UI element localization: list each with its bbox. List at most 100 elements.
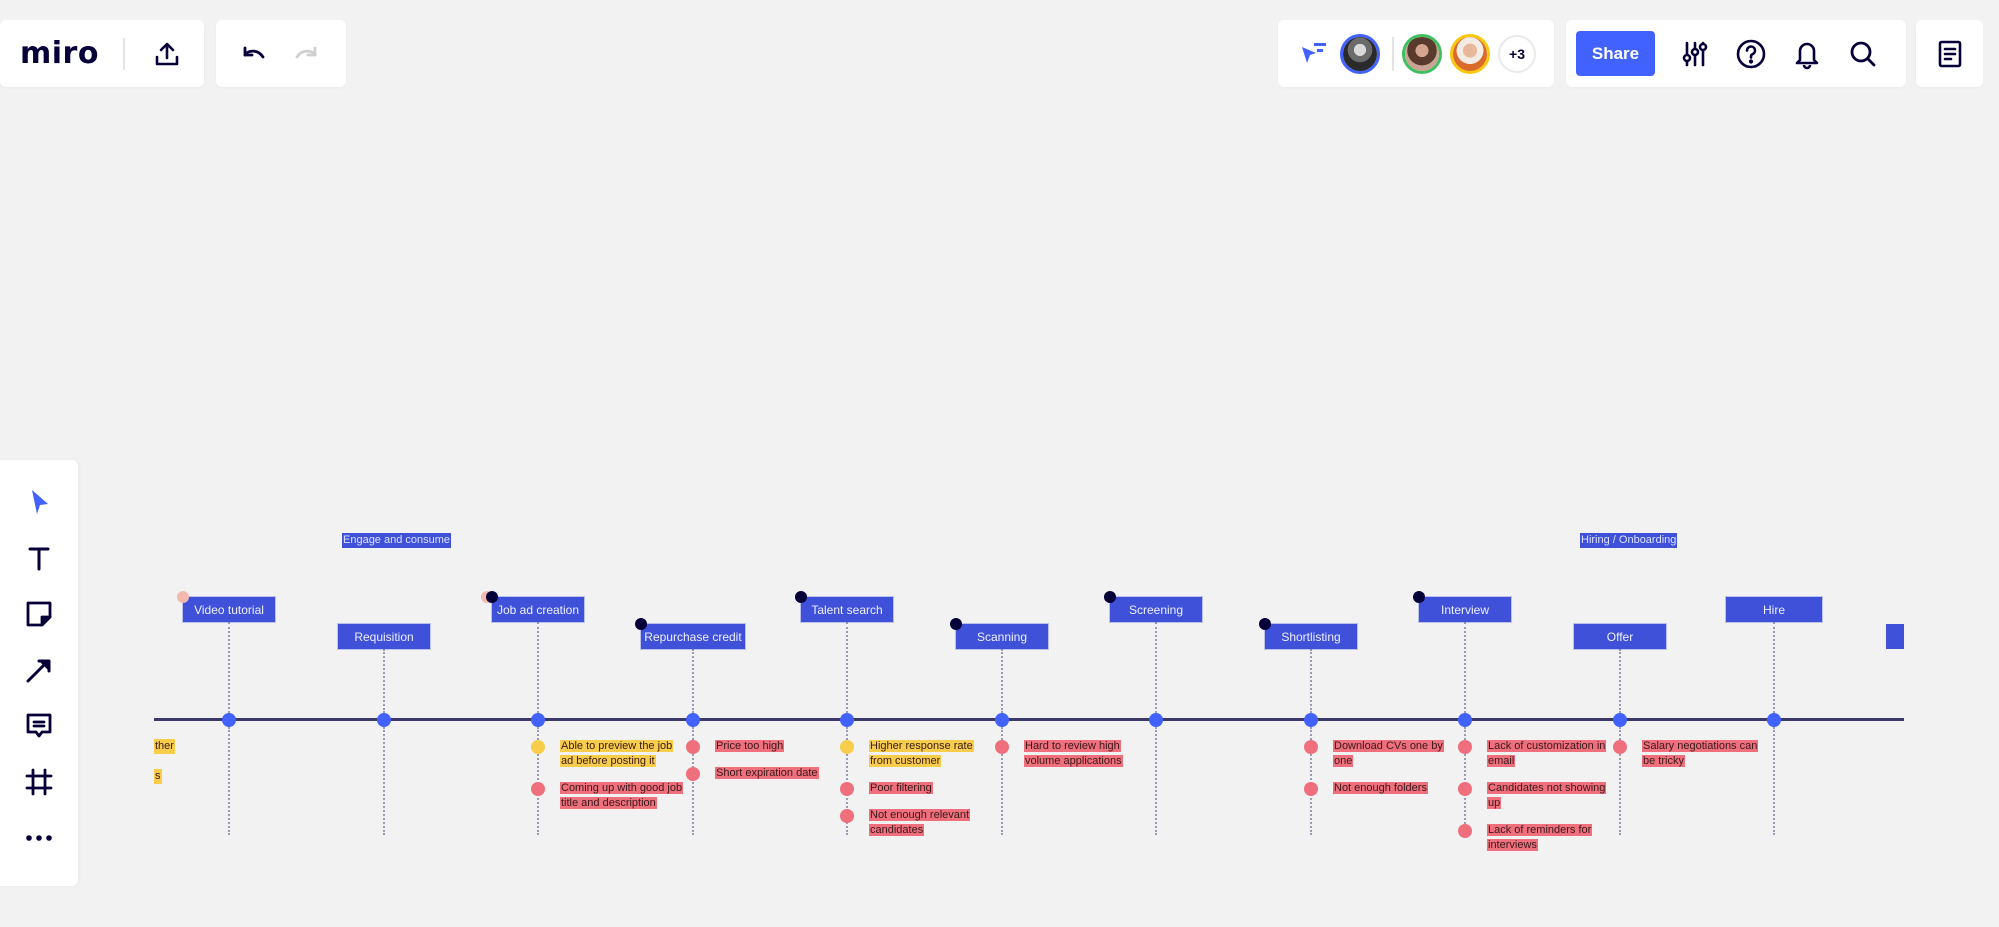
- phase-label[interactable]: Hiring / Onboarding: [1580, 533, 1678, 548]
- export-button[interactable]: [147, 34, 187, 74]
- cut-off-note[interactable]: s: [154, 769, 162, 784]
- note-dot: [1458, 824, 1472, 838]
- cursor-marker[interactable]: [795, 591, 807, 603]
- search-button[interactable]: [1843, 34, 1883, 74]
- reaction-marker[interactable]: [177, 591, 189, 603]
- note-dot: [686, 740, 700, 754]
- export-icon: [155, 42, 179, 65]
- more-collaborators-badge[interactable]: +3: [1498, 34, 1536, 73]
- positive-note[interactable]: Able to preview the job ad before postin…: [531, 739, 685, 769]
- cursor-marker[interactable]: [1259, 618, 1271, 630]
- miro-logo[interactable]: miro: [20, 36, 99, 71]
- text-tool[interactable]: [17, 538, 61, 578]
- pain-point-note[interactable]: Not enough relevant candidates: [840, 808, 994, 838]
- history-panel: [216, 20, 346, 87]
- undo-button[interactable]: [234, 34, 274, 74]
- stage-connector: [846, 622, 848, 713]
- sticky-note-icon: [26, 601, 52, 627]
- select-tool[interactable]: [17, 482, 61, 522]
- note-dot: [531, 740, 545, 754]
- positive-note[interactable]: Higher response rate from customer: [840, 739, 994, 769]
- timeline-node[interactable]: [1613, 713, 1627, 727]
- notifications-button[interactable]: [1787, 34, 1827, 74]
- note-label: Not enough folders: [1333, 782, 1428, 794]
- timeline-node[interactable]: [1149, 713, 1163, 727]
- stage-box[interactable]: Interview: [1419, 597, 1511, 622]
- timeline-node[interactable]: [222, 713, 236, 727]
- pain-point-note[interactable]: Not enough folders: [1304, 781, 1458, 796]
- timeline-node[interactable]: [1458, 713, 1472, 727]
- tools-panel: Share: [1566, 20, 1906, 87]
- note-label: Short expiration date: [715, 767, 819, 779]
- cursor-marker[interactable]: [486, 591, 498, 603]
- frame-icon: [25, 768, 53, 796]
- pain-point-note[interactable]: Short expiration date: [686, 766, 840, 781]
- sticky-note-tool[interactable]: [17, 594, 61, 634]
- timeline-node[interactable]: [531, 713, 545, 727]
- frame-tool[interactable]: [17, 762, 61, 802]
- cursor-marker[interactable]: [1413, 591, 1425, 603]
- settings-sliders-icon: [1682, 41, 1708, 66]
- pain-point-note[interactable]: Hard to review high volume applications: [995, 739, 1149, 769]
- stage-box[interactable]: Screening: [1110, 597, 1202, 622]
- pain-point-note[interactable]: Lack of reminders for interviews: [1458, 823, 1612, 853]
- timeline-line[interactable]: [154, 718, 1904, 721]
- note-label: Salary negotiations can be tricky: [1642, 740, 1759, 767]
- cursor-marker[interactable]: [1104, 591, 1116, 603]
- stage-box[interactable]: Hire: [1726, 597, 1822, 622]
- stage-box[interactable]: Repurchase credit: [641, 624, 745, 649]
- stage-box[interactable]: Talent search: [801, 597, 893, 622]
- timeline-node[interactable]: [1767, 713, 1781, 727]
- share-button[interactable]: Share: [1576, 31, 1655, 76]
- comment-tool[interactable]: [17, 706, 61, 746]
- cursor-marker[interactable]: [635, 618, 647, 630]
- timeline-node[interactable]: [995, 713, 1009, 727]
- stage-box[interactable]: Offer: [1574, 624, 1666, 649]
- stage-box[interactable]: Job ad creation: [492, 597, 584, 622]
- avatar-collaborator-2[interactable]: [1402, 33, 1442, 74]
- timeline-node[interactable]: [377, 713, 391, 727]
- stage-box[interactable]: Shortlisting: [1265, 624, 1357, 649]
- pain-point-note[interactable]: Lack of customization in email: [1458, 739, 1612, 769]
- pain-point-note[interactable]: Candidates not showing up: [1458, 781, 1612, 811]
- stage-box[interactable]: Video tutorial: [183, 597, 275, 622]
- cursor-filter-button[interactable]: [1294, 34, 1334, 74]
- note-label: Able to preview the job ad before postin…: [560, 740, 674, 767]
- partial-stage-box[interactable]: [1886, 624, 1904, 649]
- cursor-marker[interactable]: [950, 618, 962, 630]
- note-text: Lack of reminders for interviews: [1487, 823, 1612, 853]
- phase-label[interactable]: Engage and consume: [342, 533, 452, 548]
- note-label: Lack of customization in email: [1487, 740, 1607, 767]
- creation-toolbar: [0, 460, 78, 886]
- more-icon: [26, 835, 52, 841]
- note-text: Hard to review high volume applications: [1024, 739, 1149, 769]
- more-tools-button[interactable]: [17, 818, 61, 858]
- note-dot: [686, 767, 700, 781]
- pain-point-note[interactable]: Coming up with good job title and descri…: [531, 781, 685, 811]
- stage-connector: [537, 622, 539, 713]
- note-label: Candidates not showing up: [1487, 782, 1607, 809]
- board-canvas[interactable]: Engage and consume Hiring / Onboarding V…: [0, 0, 1999, 927]
- pain-point-note[interactable]: Salary negotiations can be tricky: [1613, 739, 1767, 769]
- settings-button[interactable]: [1675, 34, 1715, 74]
- timeline-node[interactable]: [686, 713, 700, 727]
- avatar-collaborator-3[interactable]: [1450, 33, 1490, 74]
- note-text: Able to preview the job ad before postin…: [560, 739, 685, 769]
- stage-box[interactable]: Requisition: [338, 624, 430, 649]
- timeline-node[interactable]: [840, 713, 854, 727]
- notes-button[interactable]: [1930, 34, 1970, 74]
- note-label: Download CVs one by one: [1333, 740, 1444, 767]
- pain-point-note[interactable]: Download CVs one by one: [1304, 739, 1458, 769]
- arrow-tool[interactable]: [17, 650, 61, 690]
- redo-button[interactable]: [286, 34, 326, 74]
- arrow-icon: [26, 659, 51, 683]
- pain-point-note[interactable]: Poor filtering: [840, 781, 994, 796]
- stage-box[interactable]: Scanning: [956, 624, 1048, 649]
- help-button[interactable]: [1731, 34, 1771, 74]
- avatar-collaborator-1[interactable]: [1340, 33, 1380, 74]
- timeline-node[interactable]: [1304, 713, 1318, 727]
- note-dot: [531, 782, 545, 796]
- stage-connector: [228, 727, 230, 835]
- cut-off-note[interactable]: ther: [154, 739, 175, 754]
- pain-point-note[interactable]: Price too high: [686, 739, 840, 754]
